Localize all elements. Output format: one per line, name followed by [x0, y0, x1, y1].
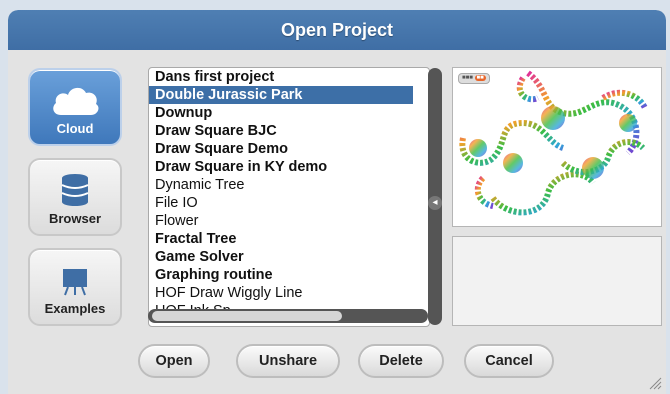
dialog-titlebar[interactable]: Open Project — [8, 10, 666, 50]
resize-grip-icon[interactable] — [648, 376, 662, 390]
examples-icon — [60, 267, 90, 297]
horizontal-scroll-thumb[interactable] — [152, 311, 342, 321]
fractal-thumbnail-image — [459, 70, 648, 216]
source-cloud-button[interactable]: Cloud — [28, 68, 122, 146]
project-list-item[interactable]: Dans first project — [149, 68, 413, 86]
project-list-item[interactable]: Double Jurassic Park — [149, 86, 413, 104]
project-list-horizontal-scrollbar[interactable] — [148, 309, 428, 323]
project-list-item[interactable]: Dynamic Tree — [149, 176, 413, 194]
project-list-item[interactable]: Graphing routine — [149, 266, 413, 284]
source-cloud-label: Cloud — [56, 121, 94, 136]
project-list[interactable]: Dans first project Double Jurassic Park Do… — [148, 67, 430, 327]
project-list-item[interactable]: HOF Draw Wiggly Line — [149, 284, 413, 302]
scroll-handle-icon[interactable]: ◂ — [428, 196, 442, 210]
open-project-dialog: Open Project Cloud Browser Examples Dans… — [8, 10, 666, 394]
unshare-button[interactable]: Unshare — [236, 344, 340, 378]
project-list-items: Dans first project Double Jurassic Park Do… — [149, 68, 413, 320]
thumbnail-variable-watcher: ■■■ ■■ — [458, 73, 490, 84]
dialog-title: Open Project — [280, 19, 394, 40]
project-list-item[interactable]: Draw Square Demo — [149, 140, 413, 158]
project-list-item[interactable]: Draw Square in KY demo — [149, 158, 413, 176]
delete-button[interactable]: Delete — [358, 344, 444, 378]
project-thumbnail: ■■■ ■■ — [452, 67, 662, 227]
open-button[interactable]: Open — [138, 344, 210, 378]
project-list-item[interactable]: Downup — [149, 104, 413, 122]
source-examples-label: Examples — [44, 301, 106, 316]
project-notes[interactable] — [452, 236, 662, 326]
cloud-icon — [49, 83, 101, 117]
project-list-item[interactable]: Game Solver — [149, 248, 413, 266]
project-list-item[interactable]: Fractal Tree — [149, 230, 413, 248]
project-list-item[interactable]: Draw Square BJC — [149, 122, 413, 140]
project-list-vertical-scrollbar[interactable]: ◂ — [428, 68, 442, 325]
cancel-button[interactable]: Cancel — [464, 344, 554, 378]
source-browser-button[interactable]: Browser — [28, 158, 122, 236]
source-browser-label: Browser — [48, 211, 102, 226]
source-examples-button[interactable]: Examples — [28, 248, 122, 326]
project-list-item[interactable]: File IO — [149, 194, 413, 212]
database-icon — [60, 173, 90, 207]
project-list-item[interactable]: Flower — [149, 212, 413, 230]
